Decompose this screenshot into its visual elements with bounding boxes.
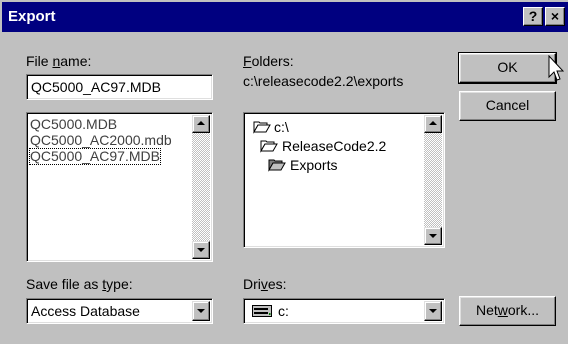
- folder-item-exports[interactable]: Exports: [290, 157, 337, 173]
- export-dialog: Export ? × File name: QC5000_AC97.MDB QC…: [0, 0, 568, 344]
- arrow-down-icon: [197, 248, 205, 252]
- folder-item-releasecode[interactable]: ReleaseCode2.2: [282, 138, 386, 154]
- cancel-button[interactable]: Cancel: [459, 91, 556, 121]
- file-name-input[interactable]: QC5000_AC97.MDB: [26, 74, 213, 100]
- arrow-up-icon: [429, 121, 437, 125]
- scroll-up-button[interactable]: [424, 115, 442, 133]
- network-button[interactable]: Network...: [459, 296, 556, 326]
- scroll-down-button[interactable]: [192, 241, 210, 259]
- list-item[interactable]: QC5000.MDB: [30, 117, 117, 132]
- file-list[interactable]: QC5000.MDB QC5000_AC2000.mdb QC5000_AC97…: [26, 112, 213, 262]
- save-type-label: Save file as type:: [26, 276, 133, 292]
- drives-label: Drives:: [243, 276, 287, 292]
- ok-button[interactable]: OK: [458, 52, 557, 84]
- title-bar[interactable]: Export ? ×: [2, 2, 568, 32]
- mouse-cursor-icon: [548, 55, 564, 81]
- folder-item-root[interactable]: c:\: [274, 119, 289, 135]
- open-folder-icon: [253, 121, 271, 134]
- save-type-dropdown-button[interactable]: [192, 301, 210, 321]
- arrow-down-icon: [429, 234, 437, 238]
- open-folder-icon: [268, 159, 286, 172]
- hard-drive-icon: [252, 305, 272, 317]
- drives-select[interactable]: c:: [243, 298, 445, 324]
- close-button[interactable]: ×: [545, 7, 565, 26]
- drives-dropdown-button[interactable]: [424, 301, 442, 321]
- scroll-up-button[interactable]: [192, 115, 210, 133]
- save-type-value: Access Database: [31, 303, 140, 319]
- open-folder-icon: [260, 140, 278, 153]
- scroll-track[interactable]: [424, 133, 442, 227]
- save-type-select[interactable]: Access Database: [26, 298, 213, 324]
- list-item[interactable]: QC5000_AC2000.mdb: [30, 133, 172, 148]
- file-name-label: File name:: [26, 53, 92, 69]
- arrow-up-icon: [197, 121, 205, 125]
- scroll-down-button[interactable]: [424, 227, 442, 245]
- file-list-scrollbar[interactable]: [192, 115, 210, 259]
- current-folder-path: c:\releasecode2.2\exports: [243, 73, 404, 89]
- folder-list-scrollbar[interactable]: [424, 115, 442, 245]
- file-name-value: QC5000_AC97.MDB: [31, 79, 161, 95]
- chevron-down-icon: [197, 309, 205, 313]
- chevron-down-icon: [429, 309, 437, 313]
- folder-list[interactable]: c:\ ReleaseCode2.2 Exports: [243, 112, 445, 248]
- dialog-title: Export: [8, 8, 56, 25]
- help-button[interactable]: ?: [523, 7, 543, 26]
- folders-label: Folders:: [243, 53, 294, 69]
- list-item[interactable]: QC5000_AC97.MDB: [29, 148, 161, 165]
- scroll-track[interactable]: [192, 133, 210, 241]
- drives-value: c:: [278, 303, 289, 319]
